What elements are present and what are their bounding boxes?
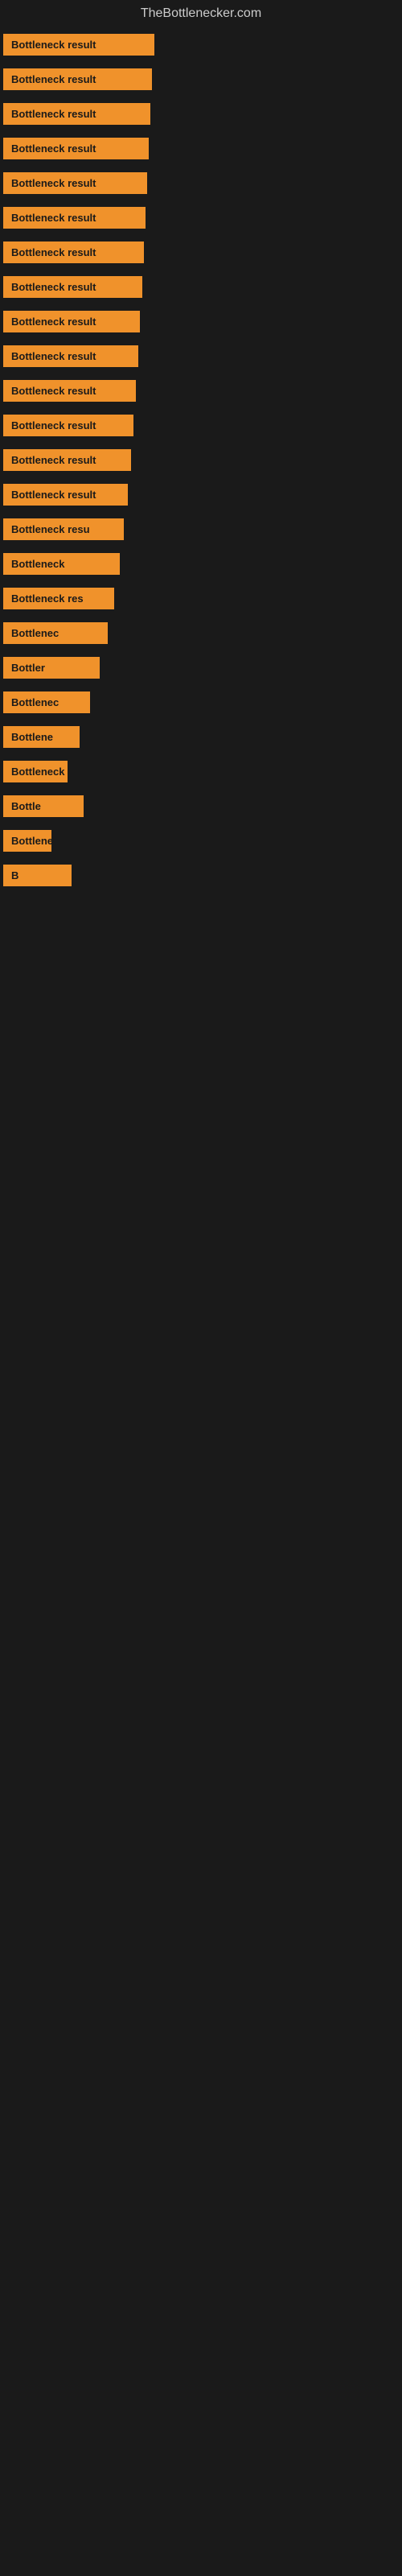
bottleneck-item: Bottleneck result: [0, 235, 402, 270]
bottleneck-item: [0, 1260, 402, 1331]
bottleneck-badge: Bottleneck r: [3, 761, 68, 782]
bottleneck-badge: Bottlene: [3, 726, 80, 748]
bottleneck-badge: Bottleneck: [3, 553, 120, 575]
site-title-text: TheBottlenecker.com: [141, 6, 261, 20]
bottleneck-badge: Bottlenec: [3, 622, 108, 644]
bottleneck-item: [0, 1034, 402, 1105]
bottleneck-item: Bottle: [0, 789, 402, 824]
rows-container: Bottleneck result Bottleneck result Bottle…: [0, 27, 402, 1402]
bottleneck-item: [0, 1189, 402, 1260]
bottleneck-item: Bottlenec: [0, 685, 402, 720]
site-title: TheBottlenecker.com: [0, 0, 402, 27]
bottleneck-item: Bottleneck result: [0, 270, 402, 304]
bottleneck-badge: B: [3, 865, 72, 886]
bottleneck-badge: Bottleneck result: [3, 345, 138, 367]
bottleneck-item: Bottleneck result: [0, 166, 402, 200]
bottleneck-item: [0, 893, 402, 964]
bottleneck-item: Bottleneck result: [0, 200, 402, 235]
bottleneck-badge: Bottleneck result: [3, 34, 154, 56]
bottleneck-item: Bottleneck result: [0, 62, 402, 97]
bottleneck-badge: Bottleneck result: [3, 276, 142, 298]
bottleneck-badge: Bottlenec: [3, 830, 51, 852]
bottleneck-item: Bottleneck r: [0, 754, 402, 789]
bottleneck-item: Bottleneck res: [0, 581, 402, 616]
bottleneck-item: Bottleneck result: [0, 304, 402, 339]
bottleneck-badge: Bottleneck result: [3, 68, 152, 90]
bottleneck-badge: Bottleneck result: [3, 207, 146, 229]
bottleneck-item: B: [0, 858, 402, 893]
bottleneck-item: [0, 1118, 402, 1189]
bottleneck-item: [0, 1331, 402, 1402]
bottleneck-badge: Bottleneck resu: [3, 518, 124, 540]
bottleneck-badge: Bottler: [3, 657, 100, 679]
bottleneck-item: Bottleneck result: [0, 97, 402, 131]
bottleneck-item: Bottleneck: [0, 547, 402, 581]
bottleneck-badge: Bottleneck result: [3, 311, 140, 332]
bottleneck-badge: Bottleneck result: [3, 172, 147, 194]
bottleneck-badge: Bottleneck result: [3, 415, 133, 436]
bottleneck-badge: Bottleneck result: [3, 103, 150, 125]
bottleneck-badge: Bottleneck result: [3, 138, 149, 159]
bottleneck-badge: Bottleneck result: [3, 484, 128, 506]
bottleneck-item: Bottler: [0, 650, 402, 685]
bottleneck-item: Bottleneck resu: [0, 512, 402, 547]
bottleneck-item: Bottlene: [0, 720, 402, 754]
bottleneck-badge: Bottleneck res: [3, 588, 114, 609]
bottleneck-item: Bottleneck result: [0, 443, 402, 477]
bottleneck-badge: Bottleneck result: [3, 242, 144, 263]
bottleneck-item: Bottleneck result: [0, 131, 402, 166]
bottleneck-item: Bo: [0, 1105, 402, 1118]
bottleneck-badge: Bottlenec: [3, 691, 90, 713]
bottleneck-item: Bottlenec: [0, 824, 402, 858]
bottleneck-item: Bottleneck result: [0, 27, 402, 62]
bottleneck-badge: Bottleneck result: [3, 449, 131, 471]
bottleneck-item: [0, 964, 402, 1034]
bottleneck-item: Bottleneck result: [0, 374, 402, 408]
bottleneck-badge: Bottleneck result: [3, 380, 136, 402]
bottleneck-item: Bottlenec: [0, 616, 402, 650]
bottleneck-item: Bottleneck result: [0, 408, 402, 443]
bottleneck-item: Bottleneck result: [0, 339, 402, 374]
bottleneck-badge: Bottle: [3, 795, 84, 817]
bottleneck-item: Bottleneck result: [0, 477, 402, 512]
